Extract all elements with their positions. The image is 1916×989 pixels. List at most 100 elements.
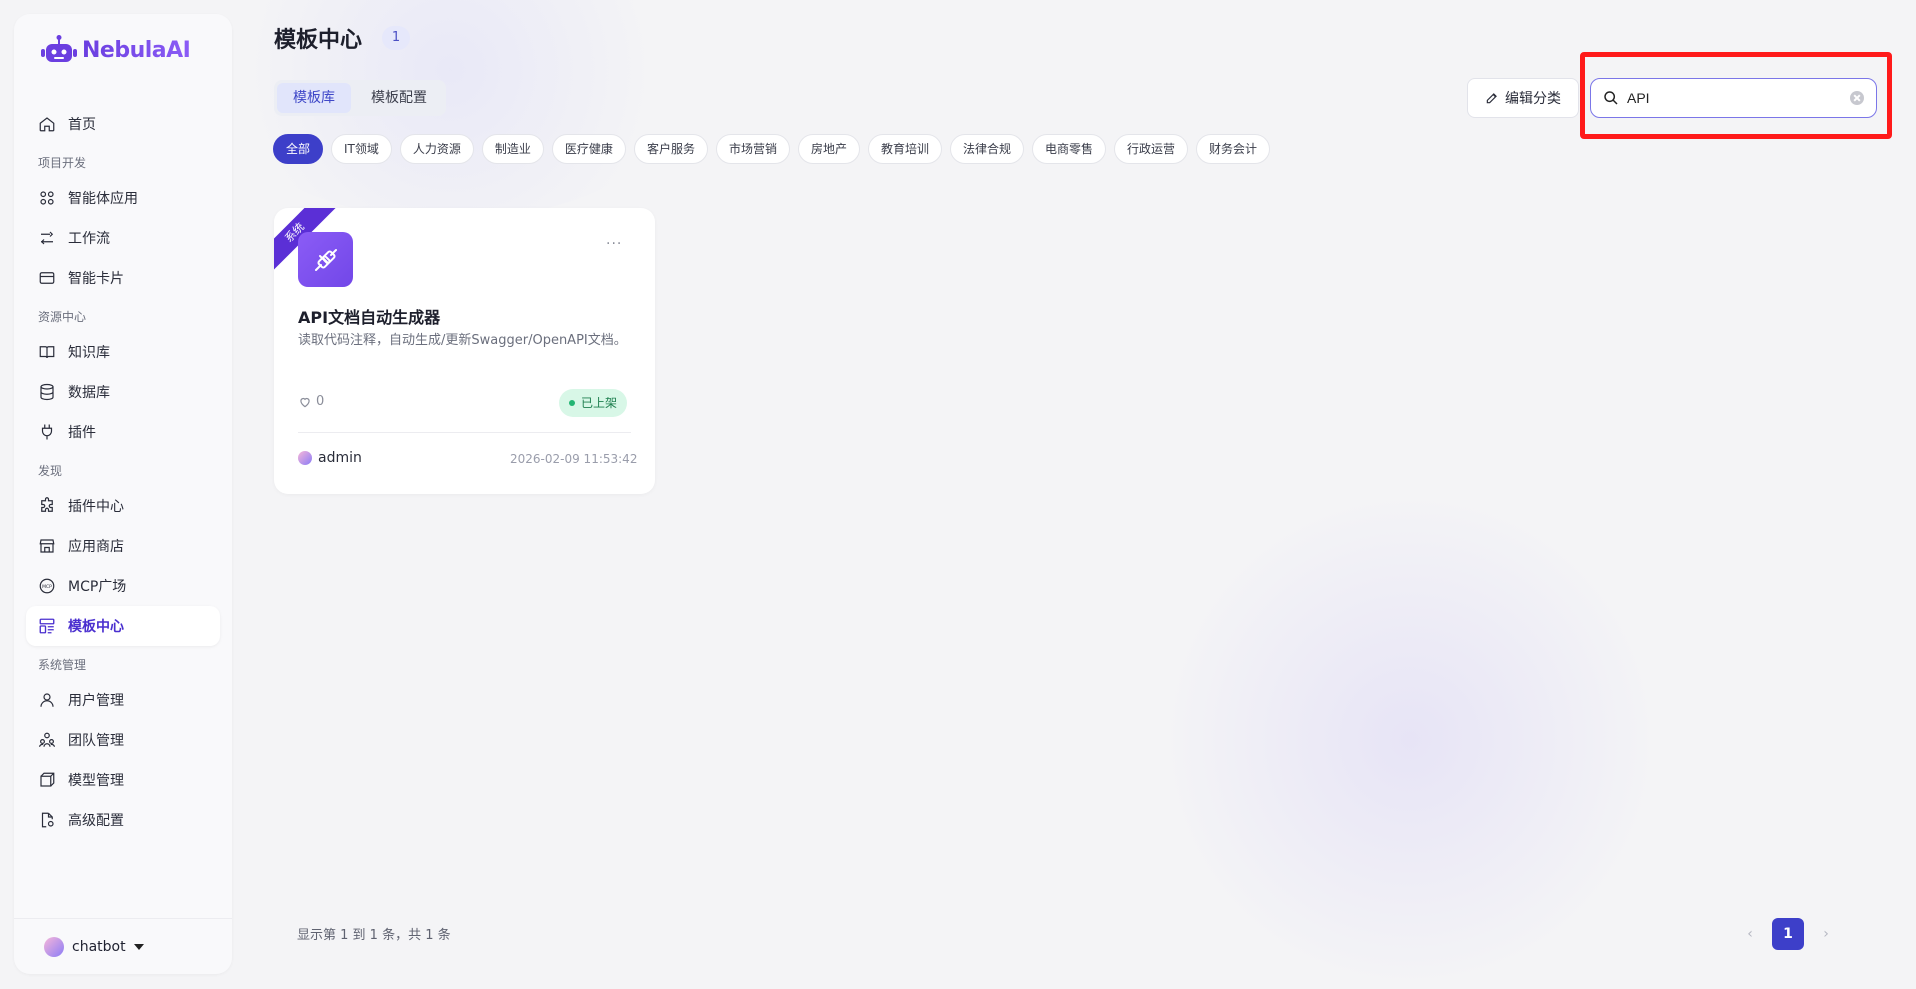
sidebar-item-label: 模板中心: [68, 619, 124, 635]
robot-logo-icon: [41, 35, 77, 62]
category-chip[interactable]: 医疗健康: [551, 134, 626, 164]
search-icon: [1604, 91, 1618, 105]
sidebar-item-home[interactable]: 首页: [26, 104, 220, 144]
sidebar-item-label: 知识库: [68, 345, 110, 361]
file-settings-icon: [41, 812, 54, 828]
sidebar-item-label: 模型管理: [68, 773, 124, 789]
avatar: [44, 936, 64, 957]
mcp-icon: MCP: [39, 578, 55, 594]
updated-date: 2026-02-09 11:53:42: [510, 452, 638, 466]
sidebar-item-app-store[interactable]: 应用商店: [26, 526, 220, 566]
category-chip[interactable]: 法律合规: [950, 134, 1025, 164]
category-filter: 全部 IT领域 人力资源 制造业 医疗健康 客户服务 市场营销 房地产 教育培训…: [273, 134, 1271, 164]
clear-icon[interactable]: [1850, 91, 1864, 105]
grid-icon: [40, 191, 54, 205]
category-chip[interactable]: IT领域: [331, 134, 392, 164]
edit-category-button[interactable]: 编辑分类: [1467, 78, 1579, 118]
category-chip[interactable]: 财务会计: [1196, 134, 1271, 164]
search-box[interactable]: [1590, 78, 1877, 118]
sidebar-item-label: 工作流: [68, 231, 110, 247]
category-chip[interactable]: 教育培训: [867, 134, 942, 164]
more-options-icon[interactable]: ···: [606, 236, 622, 252]
sidebar-item-label: 应用商店: [68, 539, 124, 555]
card-icon: [39, 272, 55, 284]
caret-down-icon: [133, 943, 144, 950]
prev-page-icon[interactable]: ‹: [1740, 926, 1760, 942]
next-page-icon[interactable]: ›: [1816, 926, 1836, 942]
sidebar-item-database[interactable]: 数据库: [26, 372, 220, 412]
sidebar-item-label: 首页: [68, 117, 96, 133]
card-description: 读取代码注释，自动生成/更新Swagger/OpenAPI文档。: [298, 333, 627, 348]
avatar: [298, 451, 312, 465]
heart-icon: [300, 397, 310, 407]
category-chip[interactable]: 房地产: [797, 134, 860, 164]
like-count: 0: [316, 394, 325, 409]
search-input[interactable]: [1627, 90, 1850, 106]
category-chip[interactable]: 人力资源: [399, 134, 474, 164]
sidebar-item-knowledge[interactable]: 知识库: [26, 332, 220, 372]
sidebar-item-label: 用户管理: [68, 693, 124, 709]
card-title: API文档自动生成器: [298, 308, 441, 327]
svg-text:MCP: MCP: [42, 584, 52, 590]
like-button[interactable]: 0: [298, 394, 324, 409]
section-system: 系统管理: [38, 658, 87, 672]
database-icon: [40, 383, 54, 401]
sidebar-item-label: 插件: [68, 425, 96, 441]
sidebar-item-label: MCP广场: [68, 579, 127, 595]
sidebar-item-label: 团队管理: [68, 733, 124, 749]
category-chip[interactable]: 电商零售: [1032, 134, 1107, 164]
user-icon: [40, 693, 54, 707]
store-icon: [39, 539, 55, 553]
tab-template-library[interactable]: 模板库: [277, 83, 351, 113]
logo-text: NebulaAI: [82, 37, 191, 63]
sidebar-item-plugin-center[interactable]: 插件中心: [26, 486, 220, 526]
sidebar-item-smart-cards[interactable]: 智能卡片: [26, 258, 220, 298]
category-chip[interactable]: 制造业: [481, 134, 544, 164]
category-chip[interactable]: 行政运营: [1114, 134, 1189, 164]
cube-icon: [40, 772, 55, 787]
pencil-icon: [1486, 93, 1497, 104]
username: chatbot: [72, 938, 126, 955]
workflow-icon: [40, 231, 54, 245]
sidebar-item-workflow[interactable]: 工作流: [26, 218, 220, 258]
sidebar-item-advanced[interactable]: 高级配置: [26, 800, 220, 840]
page-button[interactable]: 1: [1772, 918, 1804, 950]
sidebar-item-label: 数据库: [68, 385, 110, 401]
status-badge: 已上架: [559, 389, 628, 417]
pagination: ‹ 1 ›: [1740, 918, 1836, 950]
sidebar-nav: 首页 项目开发 智能体应用 工作流 智能卡片 资源中心 知识库 数据库 插件 发…: [26, 104, 220, 840]
sidebar: NebulaAI 首页 项目开发 智能体应用 工作流 智能卡片 资源中心 知识库…: [14, 14, 232, 974]
sidebar-item-template-center[interactable]: 模板中心: [26, 606, 220, 646]
logo[interactable]: NebulaAI: [40, 34, 191, 66]
sidebar-item-plugins[interactable]: 插件: [26, 412, 220, 452]
sidebar-item-label: 智能体应用: [68, 191, 138, 207]
book-icon: [39, 346, 55, 359]
tab-bar: 模板库 模板配置: [274, 80, 446, 116]
sidebar-item-mcp-square[interactable]: MCP MCP广场: [26, 566, 220, 606]
status-dot: [569, 400, 575, 406]
divider: [298, 432, 631, 433]
category-chip[interactable]: 市场营销: [715, 134, 790, 164]
sidebar-item-agent-apps[interactable]: 智能体应用: [26, 178, 220, 218]
page-title: 模板中心: [274, 28, 363, 53]
edit-category-label: 编辑分类: [1505, 91, 1561, 107]
team-icon: [38, 732, 56, 747]
puzzle-icon: [41, 497, 53, 512]
sidebar-item-label: 插件中心: [68, 499, 124, 515]
section-project: 项目开发: [38, 156, 87, 170]
template-icon: [39, 618, 55, 634]
user-menu[interactable]: chatbot: [14, 918, 232, 974]
sidebar-item-model-mgmt[interactable]: 模型管理: [26, 760, 220, 800]
tab-template-config[interactable]: 模板配置: [355, 83, 443, 113]
sidebar-item-user-mgmt[interactable]: 用户管理: [26, 680, 220, 720]
plug-icon: [41, 424, 53, 440]
count-badge: 1: [382, 26, 410, 50]
section-discover: 发现: [38, 464, 63, 478]
plug-connector-icon: [298, 232, 353, 287]
home-icon: [39, 117, 55, 132]
category-chip[interactable]: 全部: [273, 134, 324, 164]
sidebar-item-team-mgmt[interactable]: 团队管理: [26, 720, 220, 760]
category-chip[interactable]: 客户服务: [633, 134, 708, 164]
template-card[interactable]: 系统 ··· API文档自动生成器 读取代码注释，自动生成/更新Swagger/…: [274, 208, 655, 494]
pagination-summary: 显示第 1 到 1 条，共 1 条: [297, 928, 451, 943]
